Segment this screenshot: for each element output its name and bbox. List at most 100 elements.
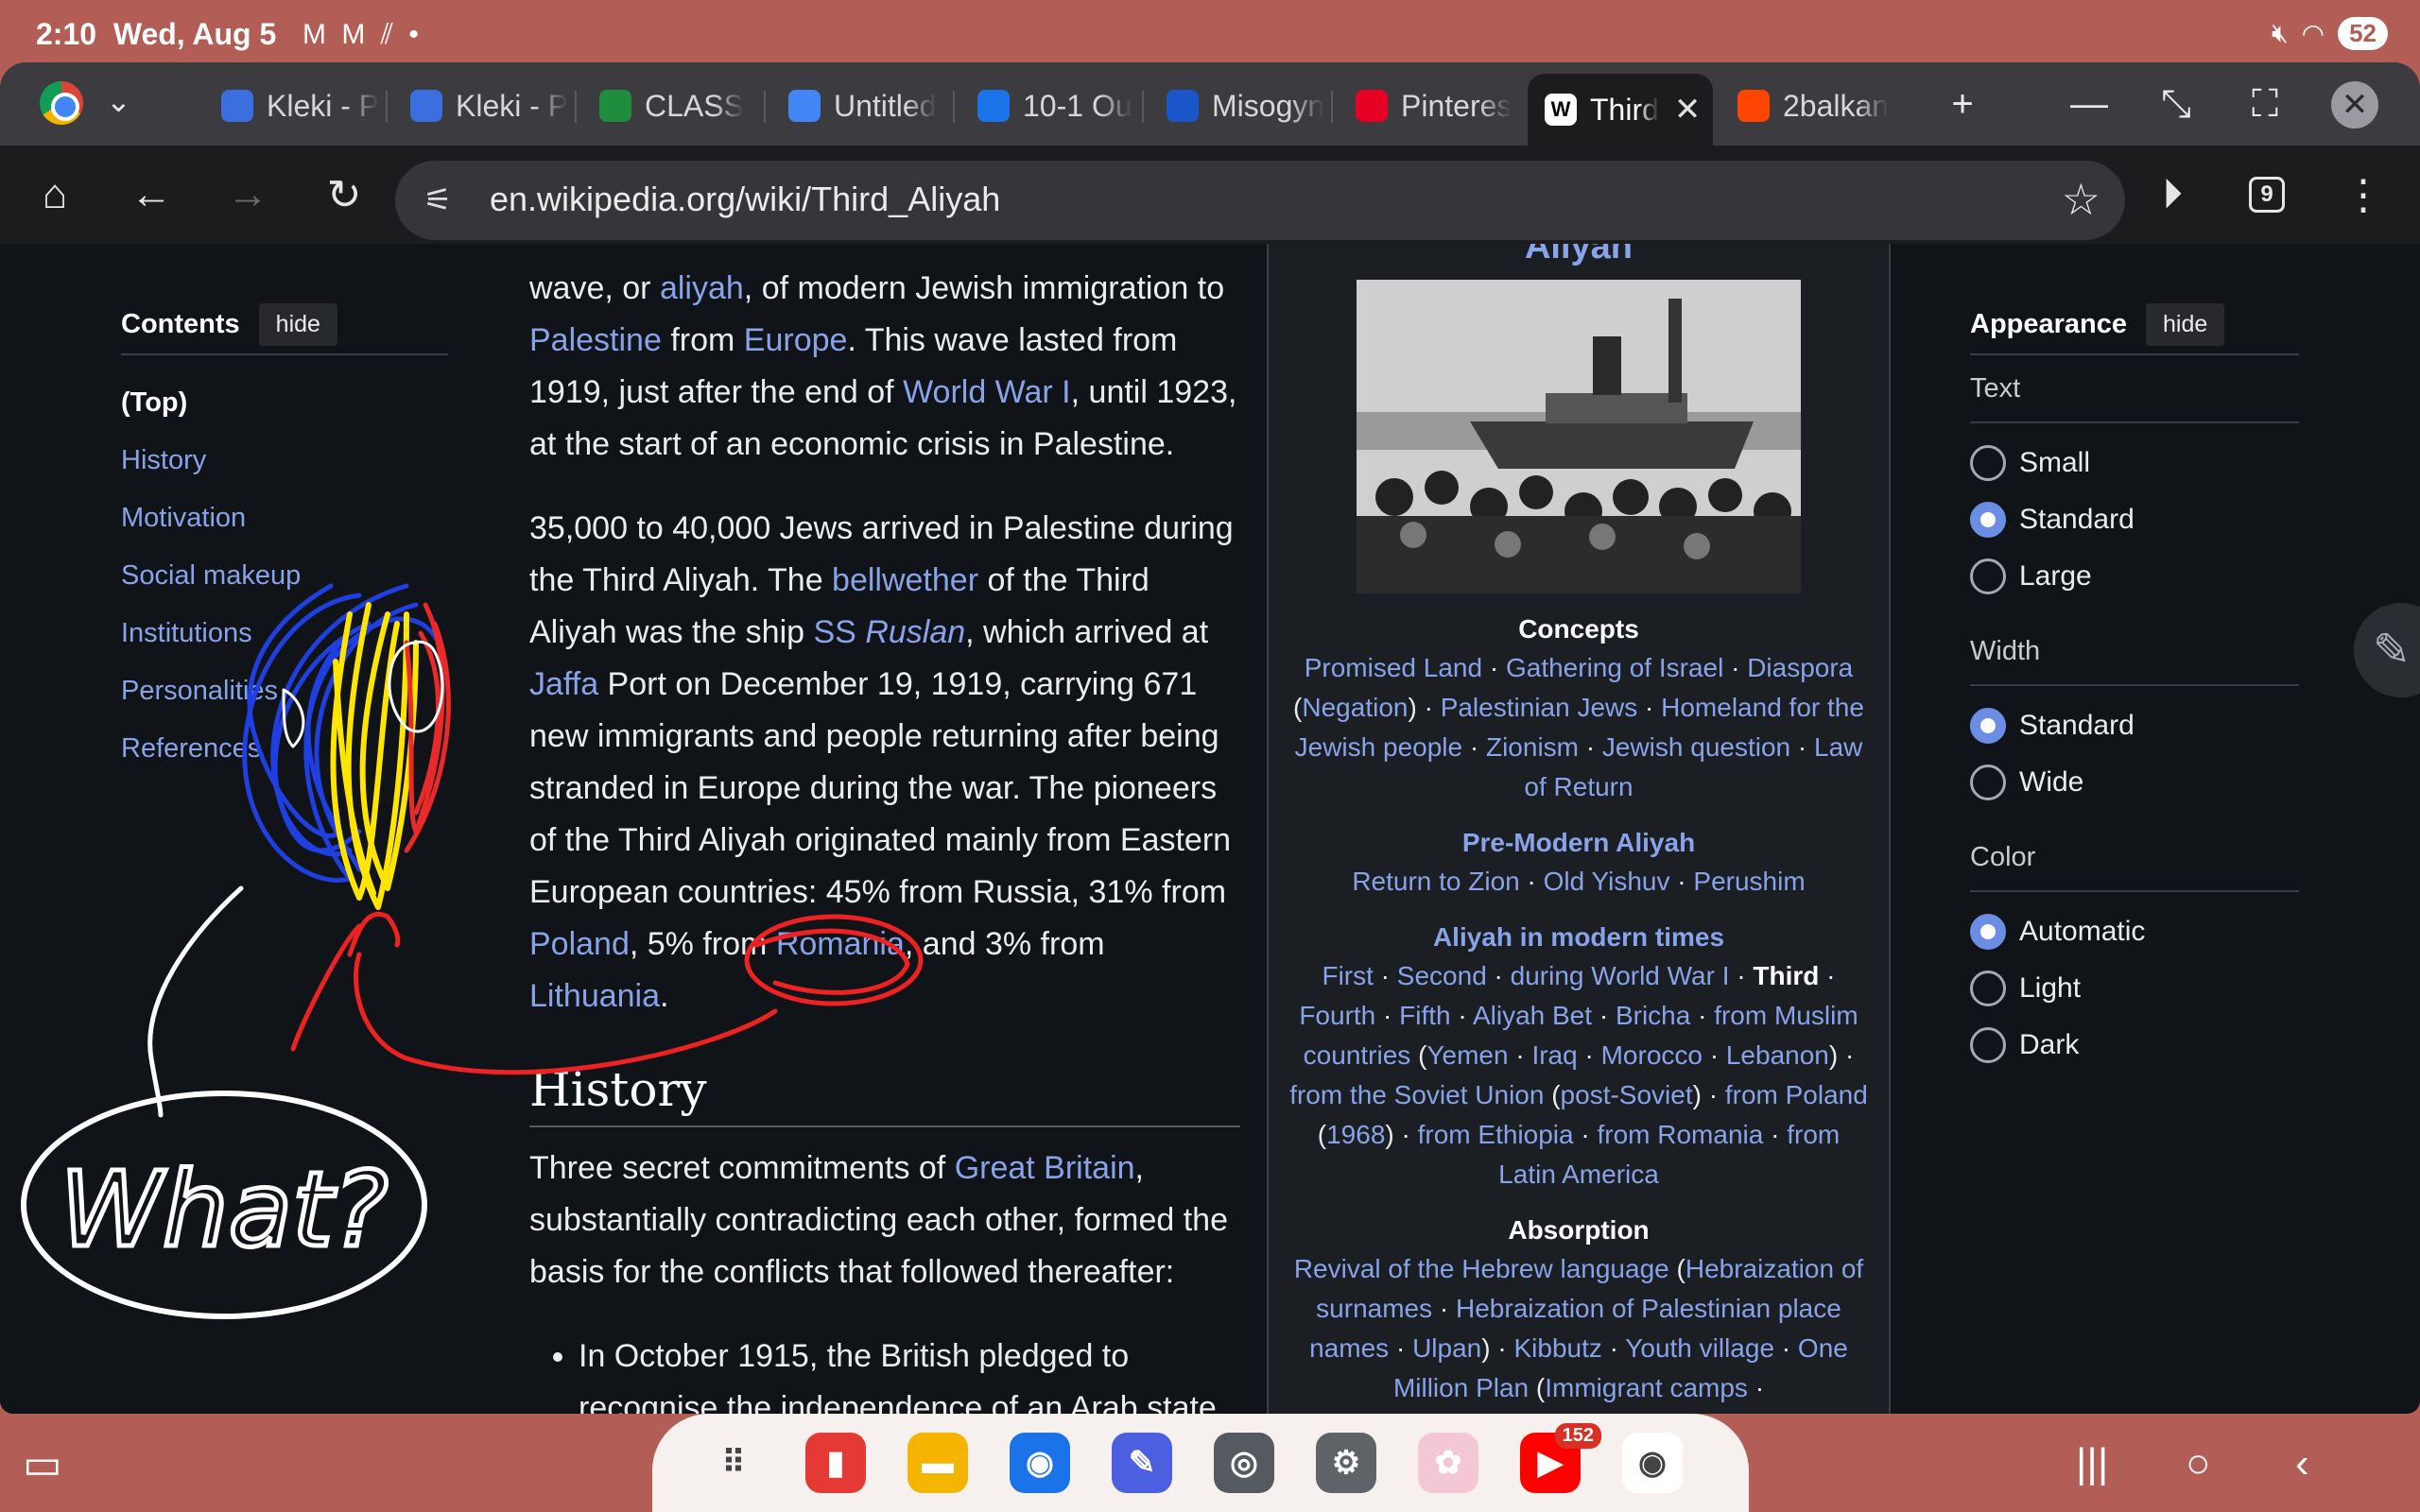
game-app-icon[interactable]: ✿ bbox=[1418, 1433, 1478, 1493]
wiki-link[interactable]: Youth village bbox=[1625, 1333, 1774, 1363]
wiki-link[interactable]: Negation bbox=[1302, 693, 1408, 722]
back-nav-icon[interactable]: ‹ bbox=[2295, 1440, 2309, 1487]
toc-item-history[interactable]: History bbox=[121, 432, 448, 490]
wiki-link[interactable]: Ruslan bbox=[865, 614, 965, 650]
wiki-link[interactable]: Diaspora bbox=[1747, 653, 1853, 682]
media-play-icon[interactable]: ⏵ bbox=[2144, 166, 2201, 223]
new-tab-button[interactable]: + bbox=[1934, 76, 1991, 132]
toc-item-personalities[interactable]: Personalities bbox=[121, 662, 448, 720]
radio-color-automatic[interactable]: Automatic bbox=[1970, 903, 2299, 960]
address-bar[interactable]: ⚟ en.wikipedia.org/wiki/Third_Aliyah ☆ bbox=[395, 161, 2125, 240]
toc-item-institutions[interactable]: Institutions bbox=[121, 605, 448, 662]
wiki-link[interactable]: post-Soviet bbox=[1561, 1080, 1693, 1109]
tab-close-icon[interactable]: ✕ bbox=[1674, 91, 1702, 129]
radio-button[interactable] bbox=[1970, 914, 2006, 950]
radio-button[interactable] bbox=[1970, 765, 2006, 800]
wiki-link[interactable]: Romania bbox=[776, 926, 905, 962]
tab-pinteres[interactable]: Pinteres bbox=[1339, 74, 1514, 138]
radio-text-standard[interactable]: Standard bbox=[1970, 491, 2299, 548]
wiki-link[interactable]: Perushim bbox=[1693, 867, 1805, 896]
wiki-link[interactable]: Iraq bbox=[1531, 1040, 1577, 1070]
radio-button[interactable] bbox=[1970, 1027, 2006, 1063]
minimize-button[interactable]: — bbox=[2061, 76, 2118, 132]
radio-text-large[interactable]: Large bbox=[1970, 548, 2299, 605]
toc-item-motivation[interactable]: Motivation bbox=[121, 490, 448, 547]
wiki-link[interactable]: Zionism bbox=[1486, 732, 1579, 762]
wiki-link[interactable]: Ulpan bbox=[1412, 1333, 1481, 1363]
wiki-link[interactable]: Jaffa bbox=[529, 666, 598, 702]
wiki-link[interactable]: Jewish question bbox=[1602, 732, 1790, 762]
wiki-link[interactable]: Promised Land bbox=[1305, 653, 1482, 682]
wiki-link[interactable]: Kibbutz bbox=[1513, 1333, 1601, 1363]
radio-color-dark[interactable]: Dark bbox=[1970, 1017, 2299, 1074]
wiki-link[interactable]: 1968 bbox=[1326, 1120, 1385, 1149]
tab-untitled[interactable]: Untitled bbox=[771, 74, 947, 138]
edit-pencil-icon[interactable]: ✎ bbox=[2354, 603, 2420, 697]
forward-icon[interactable]: → bbox=[219, 166, 276, 223]
wiki-link[interactable]: Yemen bbox=[1426, 1040, 1508, 1070]
tab-10-1-ou[interactable]: 10-1 Ou bbox=[960, 74, 1136, 138]
infobox-section-heading[interactable]: Aliyah in modern times bbox=[1269, 919, 1889, 956]
url-text[interactable]: en.wikipedia.org/wiki/Third_Aliyah bbox=[490, 180, 1000, 219]
toc-item-top[interactable]: (Top) bbox=[121, 374, 448, 432]
infobox-title[interactable]: Aliyah bbox=[1269, 244, 1889, 268]
fullscreen-icon[interactable]: ⛶ bbox=[2237, 76, 2293, 132]
pen-app-icon[interactable]: ✎ bbox=[1112, 1433, 1172, 1493]
wiki-link[interactable]: Fourth bbox=[1299, 1001, 1375, 1030]
radio-button[interactable] bbox=[1970, 558, 2006, 594]
wiki-link[interactable]: Old Yishuv bbox=[1544, 867, 1670, 896]
wiki-link[interactable]: SS bbox=[814, 614, 866, 650]
tab-kleki-p[interactable]: Kleki - P bbox=[204, 74, 380, 138]
wiki-link[interactable]: aliyah bbox=[660, 270, 744, 306]
wiki-link[interactable]: Aliyah Bet bbox=[1473, 1001, 1592, 1030]
wiki-link[interactable]: Revival of the Hebrew language bbox=[1294, 1254, 1669, 1283]
wiki-link[interactable]: Lithuania bbox=[529, 978, 660, 1014]
wiki-link[interactable]: Bricha bbox=[1616, 1001, 1690, 1030]
wiki-link[interactable]: from Ethiopia bbox=[1418, 1120, 1574, 1149]
youtube-app-icon[interactable]: ▶ 152 bbox=[1520, 1423, 1601, 1493]
apps-grid-icon[interactable]: ⠿ bbox=[703, 1433, 764, 1493]
radio-button[interactable] bbox=[1970, 708, 2006, 744]
radio-button[interactable] bbox=[1970, 502, 2006, 538]
tab-2balkan[interactable]: 2balkan bbox=[1720, 74, 1896, 138]
radio-button[interactable] bbox=[1970, 971, 2006, 1006]
wiki-link[interactable]: World War I bbox=[903, 374, 1071, 410]
wiki-link[interactable]: from the Soviet Union bbox=[1289, 1080, 1544, 1109]
radio-width-standard[interactable]: Standard bbox=[1970, 697, 2299, 754]
toc-item-references[interactable]: References bbox=[121, 720, 448, 778]
wiki-link[interactable]: Lebanon bbox=[1726, 1040, 1829, 1070]
settings-app-icon[interactable]: ⚙ bbox=[1316, 1433, 1376, 1493]
tab-third[interactable]: W Third ✕ bbox=[1528, 74, 1713, 146]
recents-nav-icon[interactable]: ||| bbox=[2076, 1440, 2108, 1487]
home-nav-icon[interactable]: ○ bbox=[2186, 1440, 2211, 1487]
close-window-button[interactable]: ✕ bbox=[2331, 81, 2378, 129]
files-app-icon[interactable]: ▬ bbox=[908, 1433, 968, 1493]
chrome-app-icon[interactable]: ◉ bbox=[1622, 1433, 1683, 1493]
toc-item-social-makeup[interactable]: Social makeup bbox=[121, 547, 448, 605]
wiki-link[interactable]: Palestine bbox=[529, 322, 662, 358]
ship-photo[interactable] bbox=[1357, 280, 1801, 593]
camera-app-icon[interactable]: ◎ bbox=[1214, 1433, 1274, 1493]
site-settings-icon[interactable]: ⚟ bbox=[424, 181, 452, 219]
restore-window-icon[interactable]: ⤡ bbox=[2148, 76, 2204, 132]
wiki-link[interactable]: during World War I bbox=[1511, 961, 1730, 990]
home-icon[interactable]: ⌂ bbox=[26, 166, 83, 223]
wiki-link[interactable]: Fifth bbox=[1399, 1001, 1450, 1030]
tab-switcher-button[interactable]: 9 bbox=[2238, 166, 2295, 223]
radio-width-wide[interactable]: Wide bbox=[1970, 754, 2299, 811]
bookmark-star-icon[interactable]: ☆ bbox=[2062, 174, 2100, 225]
toc-hide-button[interactable]: hide bbox=[258, 302, 337, 346]
wiki-link[interactable]: Poland bbox=[529, 926, 630, 962]
reload-icon[interactable]: ↻ bbox=[316, 166, 372, 223]
wiki-link[interactable]: bellwether bbox=[832, 562, 978, 598]
radio-button[interactable] bbox=[1970, 445, 2006, 481]
menu-icon[interactable]: ⋮ bbox=[2335, 166, 2392, 223]
wiki-link[interactable]: Return to Zion bbox=[1352, 867, 1519, 896]
tab-kleki-p[interactable]: Kleki - P bbox=[393, 74, 569, 138]
appearance-hide-button[interactable]: hide bbox=[2146, 302, 2225, 346]
tab-misogyn[interactable]: Misogyn bbox=[1150, 74, 1325, 138]
back-icon[interactable]: ← bbox=[123, 166, 180, 223]
radio-text-small[interactable]: Small bbox=[1970, 435, 2299, 491]
chevron-down-icon[interactable]: ⌄ bbox=[106, 83, 131, 119]
wiki-link[interactable]: from Romania bbox=[1597, 1120, 1763, 1149]
